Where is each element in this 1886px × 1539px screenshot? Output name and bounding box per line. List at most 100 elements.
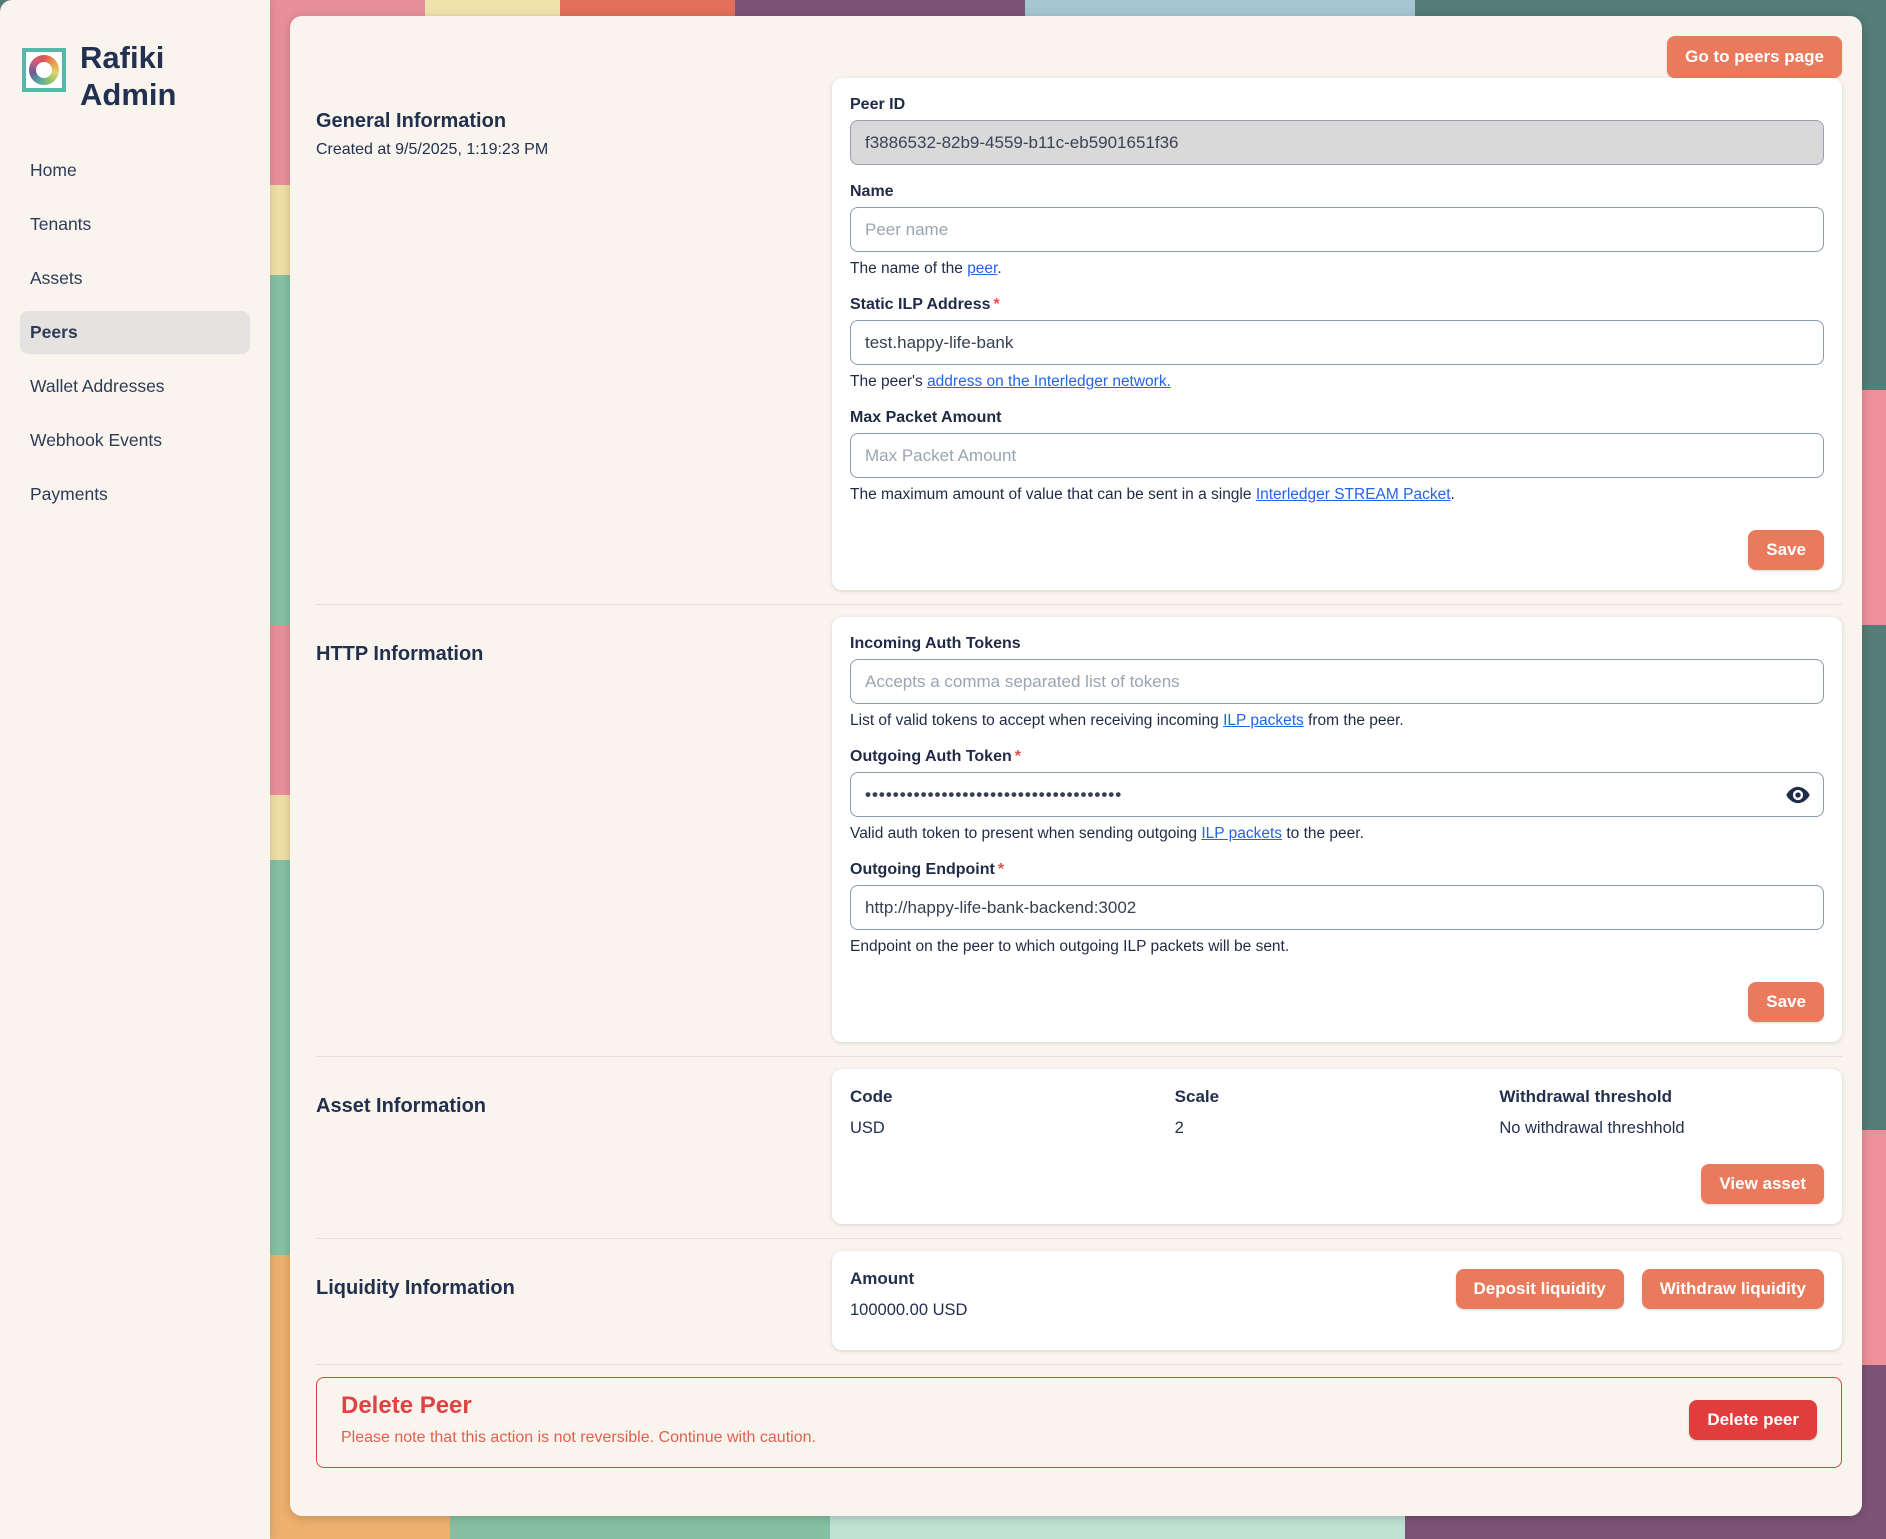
required-asterisk: * — [994, 296, 1000, 313]
created-at-text: Created at 9/5/2025, 1:19:23 PM — [316, 141, 832, 159]
sidebar-item-tenants[interactable]: Tenants — [20, 203, 250, 246]
background-shape — [1860, 625, 1886, 1130]
outgoing-auth-token-help: Valid auth token to present when sending… — [850, 825, 1824, 843]
ilp-packets-link[interactable]: ILP packets — [1223, 712, 1304, 729]
general-save-button[interactable]: Save — [1748, 530, 1824, 570]
help-text: List of valid tokens to accept when rece… — [850, 712, 1223, 729]
background-strip-right — [1860, 0, 1886, 1539]
ilp-packets-link[interactable]: ILP packets — [1201, 825, 1282, 842]
background-shape — [1860, 390, 1886, 625]
general-save-row: Save — [850, 530, 1824, 570]
incoming-auth-tokens-label: Incoming Auth Tokens — [850, 635, 1824, 653]
outgoing-endpoint-input[interactable] — [850, 885, 1824, 930]
help-text: The name of the — [850, 260, 967, 277]
rafiki-logo-icon — [22, 48, 66, 92]
app-title: Rafiki Admin — [80, 40, 200, 113]
outgoing-endpoint-help: Endpoint on the peer to which outgoing I… — [850, 938, 1824, 956]
asset-threshold-value: No withdrawal threshhold — [1499, 1119, 1824, 1138]
help-text: . — [997, 260, 1001, 277]
help-text: from the peer. — [1304, 712, 1404, 729]
peer-id-label: Peer ID — [850, 96, 1824, 114]
asset-threshold-label: Withdrawal threshold — [1499, 1087, 1824, 1107]
static-ilp-address-label: Static ILP Address* — [850, 296, 1824, 314]
sidebar-item-peers[interactable]: Peers — [20, 311, 250, 354]
help-text: The maximum amount of value that can be … — [850, 486, 1256, 503]
peer-link[interactable]: peer — [967, 260, 997, 277]
asset-panel: Code USD Scale 2 Withdrawal threshold No… — [832, 1069, 1842, 1224]
eye-icon — [1784, 781, 1812, 809]
incoming-auth-tokens-help: List of valid tokens to accept when rece… — [850, 712, 1824, 730]
http-form-panel: Incoming Auth Tokens List of valid token… — [832, 617, 1842, 1042]
go-to-peers-button[interactable]: Go to peers page — [1667, 36, 1842, 78]
peer-name-label: Name — [850, 183, 1824, 201]
asset-scale-column: Scale 2 — [1175, 1087, 1500, 1138]
static-ilp-address-input[interactable] — [850, 320, 1824, 365]
brand: Rafiki Admin — [20, 40, 250, 113]
page-header: Go to peers page — [290, 16, 1862, 78]
sidebar-item-payments[interactable]: Payments — [20, 473, 250, 516]
section-liquidity-information: Liquidity Information Amount 100000.00 U… — [290, 1251, 1862, 1350]
section-title-liquidity: Liquidity Information — [316, 1277, 832, 1300]
max-packet-amount-field: Max Packet Amount The maximum amount of … — [850, 409, 1824, 504]
rafiki-ring-icon — [29, 55, 59, 85]
delete-peer-button[interactable]: Delete peer — [1689, 1400, 1817, 1440]
sidebar-nav: Home Tenants Assets Peers Wallet Address… — [20, 149, 250, 527]
delete-peer-warning: Please note that this action is not reve… — [341, 1429, 816, 1447]
sidebar-item-assets[interactable]: Assets — [20, 257, 250, 300]
asset-code-column: Code USD — [850, 1087, 1175, 1138]
outgoing-auth-token-label: Outgoing Auth Token* — [850, 748, 1824, 766]
peer-name-field: Name The name of the peer. — [850, 183, 1824, 278]
liquidity-amount-block: Amount 100000.00 USD — [850, 1269, 967, 1320]
sidebar: Rafiki Admin Home Tenants Assets Peers W… — [0, 0, 270, 1539]
help-text: to the peer. — [1282, 825, 1364, 842]
asset-scale-label: Scale — [1175, 1087, 1500, 1107]
liquidity-amount-value: 100000.00 USD — [850, 1301, 967, 1320]
required-asterisk: * — [1015, 748, 1021, 765]
section-divider — [316, 604, 1842, 605]
incoming-auth-tokens-field: Incoming Auth Tokens List of valid token… — [850, 635, 1824, 730]
liquidity-buttons: Deposit liquidity Withdraw liquidity — [1456, 1269, 1824, 1309]
deposit-liquidity-button[interactable]: Deposit liquidity — [1456, 1269, 1624, 1309]
label-text: Outgoing Auth Token — [850, 748, 1012, 765]
withdraw-liquidity-button[interactable]: Withdraw liquidity — [1642, 1269, 1824, 1309]
sidebar-item-home[interactable]: Home — [20, 149, 250, 192]
view-asset-button[interactable]: View asset — [1701, 1164, 1824, 1204]
sidebar-item-webhook-events[interactable]: Webhook Events — [20, 419, 250, 462]
background-shape — [1860, 0, 1886, 390]
background-shape — [1860, 1130, 1886, 1365]
delete-peer-box: Delete Peer Please note that this action… — [316, 1377, 1842, 1468]
outgoing-auth-token-field: Outgoing Auth Token* Valid auth token to… — [850, 748, 1824, 843]
section-general-information: General Information Created at 9/5/2025,… — [290, 78, 1862, 590]
peer-name-help: The name of the peer. — [850, 260, 1824, 278]
asset-code-label: Code — [850, 1087, 1175, 1107]
section-divider — [316, 1238, 1842, 1239]
static-ilp-address-help: The peer's address on the Interledger ne… — [850, 373, 1824, 391]
http-save-row: Save — [850, 982, 1824, 1022]
outgoing-auth-token-input[interactable] — [850, 772, 1824, 817]
stream-packet-link[interactable]: Interledger STREAM Packet — [1256, 486, 1451, 503]
label-text: Static ILP Address — [850, 296, 991, 313]
toggle-password-visibility-button[interactable] — [1784, 781, 1812, 809]
section-title-general: General Information — [316, 110, 832, 133]
section-title-asset: Asset Information — [316, 1095, 832, 1118]
incoming-auth-tokens-input[interactable] — [850, 659, 1824, 704]
liquidity-amount-label: Amount — [850, 1269, 967, 1289]
section-http-information: HTTP Information Incoming Auth Tokens Li… — [290, 617, 1862, 1042]
delete-peer-title: Delete Peer — [341, 1392, 816, 1420]
asset-threshold-column: Withdrawal threshold No withdrawal thres… — [1499, 1087, 1824, 1138]
peer-name-input[interactable] — [850, 207, 1824, 252]
peer-id-input — [850, 120, 1824, 165]
max-packet-amount-input[interactable] — [850, 433, 1824, 478]
peer-id-field: Peer ID — [850, 96, 1824, 165]
main-content: Go to peers page General Information Cre… — [290, 16, 1862, 1516]
help-text: The peer's — [850, 373, 927, 390]
section-divider — [316, 1364, 1842, 1365]
sidebar-item-wallet-addresses[interactable]: Wallet Addresses — [20, 365, 250, 408]
static-ilp-address-field: Static ILP Address* The peer's address o… — [850, 296, 1824, 391]
http-save-button[interactable]: Save — [1748, 982, 1824, 1022]
max-packet-amount-label: Max Packet Amount — [850, 409, 1824, 427]
outgoing-endpoint-field: Outgoing Endpoint* Endpoint on the peer … — [850, 861, 1824, 956]
interledger-address-link[interactable]: address on the Interledger network. — [927, 373, 1171, 390]
delete-peer-text-block: Delete Peer Please note that this action… — [341, 1392, 816, 1447]
label-text: Outgoing Endpoint — [850, 861, 995, 878]
